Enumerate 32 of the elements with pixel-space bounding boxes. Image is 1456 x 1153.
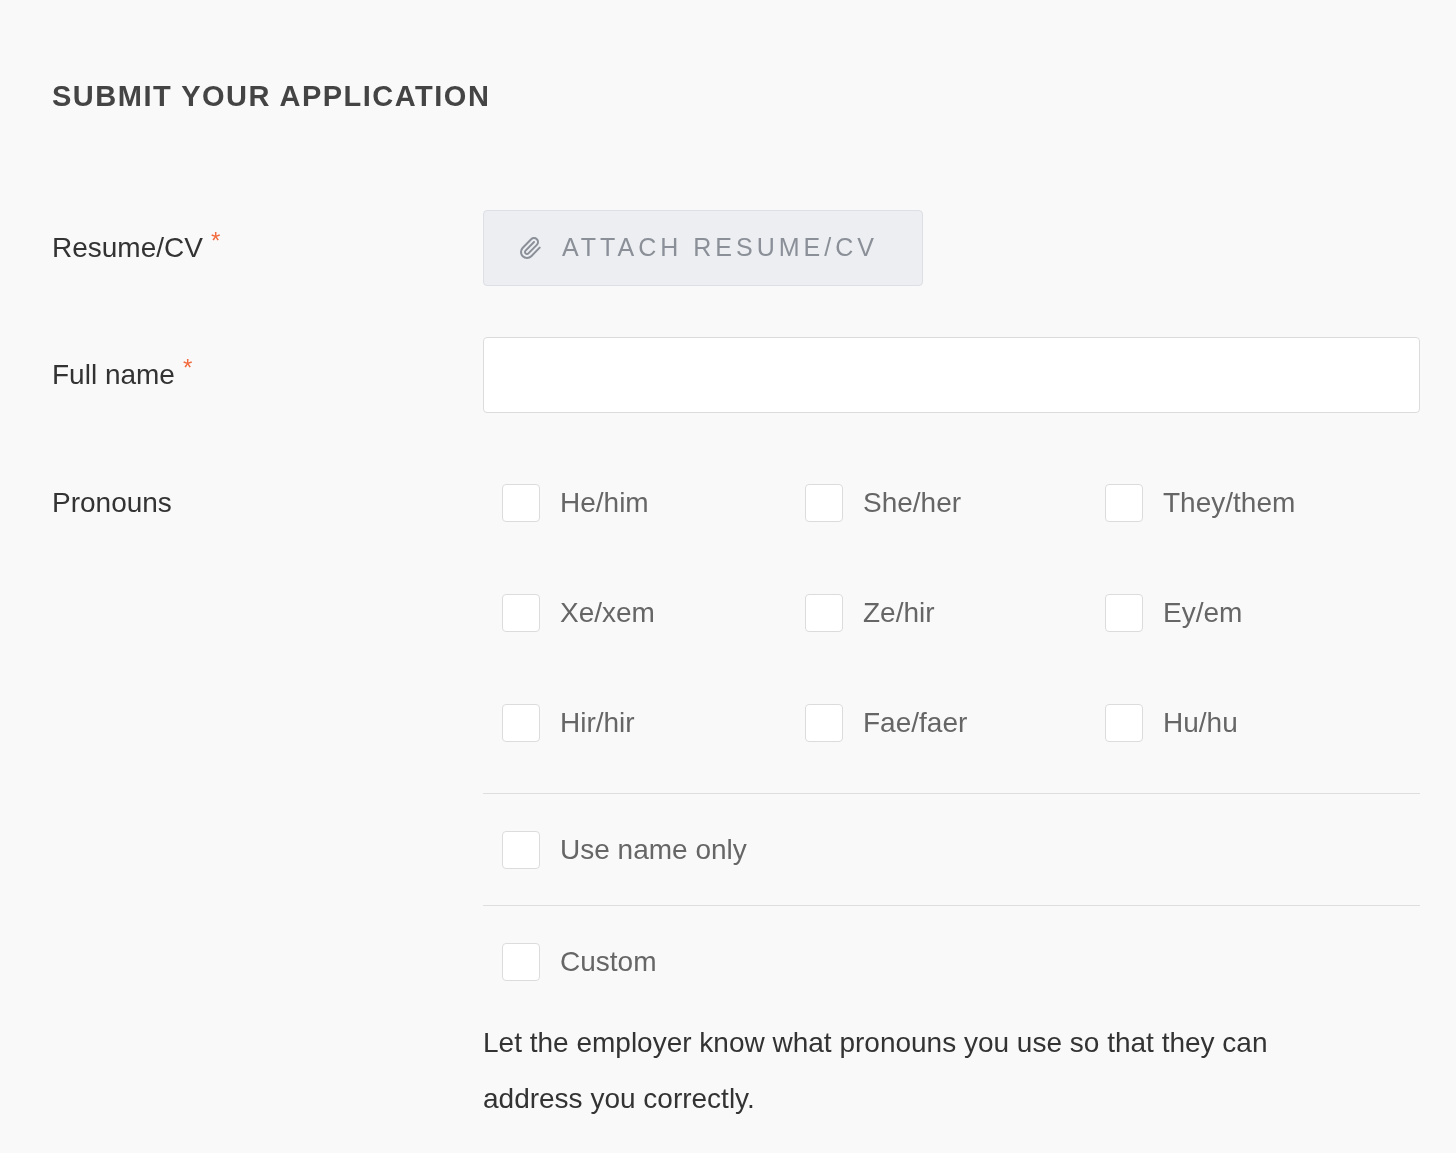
option-label: Ze/hir — [863, 596, 935, 630]
checkbox[interactable] — [805, 484, 843, 522]
checkbox[interactable] — [805, 704, 843, 742]
required-mark: * — [210, 226, 221, 256]
option-label: Xe/xem — [560, 596, 655, 630]
option-label: She/her — [863, 486, 962, 520]
option-label: Fae/faer — [863, 706, 968, 740]
option-label: He/him — [560, 486, 649, 520]
checkbox[interactable] — [502, 831, 540, 869]
field-label: Pronouns — [52, 486, 172, 520]
name-input-field[interactable] — [483, 337, 1420, 413]
option-label: They/them — [1163, 486, 1296, 520]
option-label: Hir/hir — [560, 706, 635, 740]
attach-button[interactable]: ATTACH RESUME/CV — [483, 210, 923, 286]
option-label: Custom — [560, 945, 657, 979]
checkbox[interactable] — [502, 484, 540, 522]
option-label: Ey/em — [1163, 596, 1243, 630]
paperclip-icon — [518, 236, 542, 260]
checkbox[interactable] — [1105, 704, 1143, 742]
checkbox[interactable] — [502, 943, 540, 981]
checkbox[interactable] — [805, 594, 843, 632]
field-label: Resume/CV — [52, 231, 203, 265]
help-text: Let the employer know what pronouns you use so that they can address you correctly. — [483, 1026, 1269, 1116]
checkbox[interactable] — [1105, 484, 1143, 522]
option-label: Hu/hu — [1163, 706, 1238, 740]
option-label: Use name only — [560, 833, 747, 867]
checkbox[interactable] — [502, 594, 540, 632]
required-mark: * — [182, 353, 193, 383]
checkbox[interactable] — [1105, 594, 1143, 632]
checkbox[interactable] — [502, 704, 540, 742]
field-label: Full name — [52, 358, 175, 392]
form-title: SUBMIT YOUR APPLICATION — [52, 79, 492, 114]
